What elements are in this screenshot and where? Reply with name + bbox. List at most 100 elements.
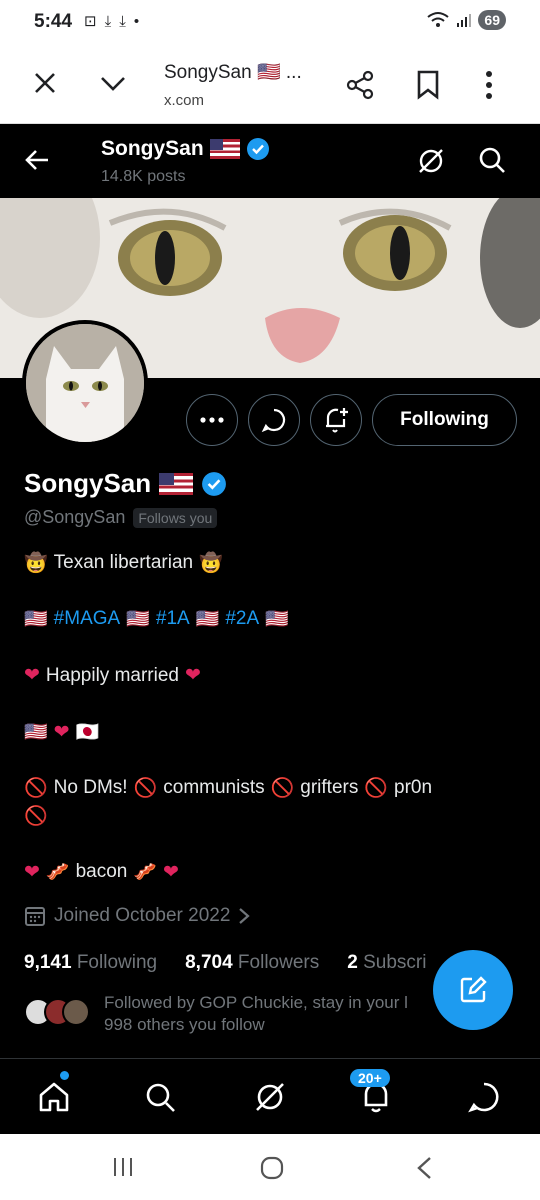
handle-text: @SongySan: [24, 507, 126, 527]
profile-handle: @SongySan Follows you: [24, 507, 218, 528]
bio-text: No DMs!: [53, 777, 128, 798]
dot-icon: •: [133, 12, 140, 30]
chat-bubble-icon: [261, 408, 286, 433]
home-unread-dot: [60, 1071, 69, 1080]
us-flag-emoji-icon: 🇺🇸: [24, 722, 48, 743]
share-icon[interactable]: [345, 70, 375, 100]
avatar: [62, 998, 90, 1026]
joined-date[interactable]: Joined October 2022: [24, 905, 251, 927]
bio-line-tags: 🇺🇸 #MAGA 🇺🇸 #1A 🇺🇸 #2A 🇺🇸: [24, 607, 289, 631]
profile-name-text: SongySan: [24, 468, 152, 498]
notification-badge: 20+: [350, 1069, 390, 1087]
prohibited-icon: 🚫: [133, 778, 158, 799]
bell-plus-icon: [326, 408, 348, 433]
profile-header: SongySan 14.8K posts: [0, 124, 540, 198]
avatar[interactable]: [22, 320, 148, 446]
mutual-avatars: [24, 992, 94, 1032]
recents-icon[interactable]: [112, 1156, 134, 1178]
compose-icon: [460, 976, 487, 1003]
subscriptions-stat[interactable]: 2 Subscri: [347, 952, 426, 974]
bookmark-icon[interactable]: [416, 70, 440, 100]
followers-stat[interactable]: 8,704 Followers: [185, 952, 319, 974]
hashtag-link[interactable]: #MAGA: [54, 608, 121, 630]
bio-line-6: ❤ 🥓 bacon 🥓 ❤: [24, 860, 179, 884]
grok-icon: [256, 1083, 284, 1111]
prohibited-icon: 🚫: [24, 778, 48, 799]
home-icon: [39, 1082, 69, 1112]
grok-icon[interactable]: [416, 146, 446, 176]
wifi-icon: [427, 12, 450, 27]
close-icon[interactable]: [32, 70, 58, 96]
compose-button[interactable]: [433, 950, 513, 1030]
prohibited-icon: 🚫: [24, 806, 48, 827]
bio-line-1: 🤠 Texan libertarian 🤠: [24, 551, 223, 575]
bio-line-5: 🚫 No DMs! 🚫 communists 🚫 grifters 🚫 pr0n: [24, 776, 432, 800]
chevron-right-icon: [239, 908, 251, 924]
us-flag-icon: [159, 472, 194, 495]
heart-icon: ❤: [163, 861, 179, 883]
search-icon[interactable]: [478, 146, 506, 174]
bio-text: Texan libertarian: [53, 552, 194, 573]
follows-you-badge: Follows you: [133, 507, 218, 528]
bio-text: communists: [163, 777, 265, 798]
notify-button[interactable]: [310, 394, 362, 446]
bottom-nav: [0, 1058, 540, 1134]
japan-flag-emoji-icon: 🇯🇵: [75, 722, 100, 743]
us-flag-icon: [209, 139, 240, 159]
status-bar: 5:44 ⊡ ⤓ ⤓ • 69: [0, 0, 540, 46]
chevron-down-icon[interactable]: [99, 72, 127, 94]
prohibited-icon: 🚫: [364, 778, 389, 799]
battery-indicator: 69: [478, 10, 506, 30]
following-stat[interactable]: 9,141 Following: [24, 952, 157, 974]
bacon-emoji-icon: 🥓: [133, 862, 158, 883]
back-icon[interactable]: [416, 1156, 432, 1180]
status-time: 5:44: [34, 11, 73, 32]
heart-icon: ❤: [24, 861, 40, 883]
prohibited-icon: 🚫: [270, 778, 295, 799]
following-button[interactable]: Following: [372, 394, 517, 446]
nav-home[interactable]: [34, 1077, 74, 1117]
download-icon: ⤓: [104, 12, 112, 30]
more-vert-icon[interactable]: [484, 70, 494, 100]
more-options-button[interactable]: [186, 394, 238, 446]
screenshot-icon: ⊡: [84, 13, 97, 30]
bio-text: grifters: [300, 777, 359, 798]
nav-search[interactable]: [140, 1077, 180, 1117]
us-flag-emoji-icon: 🇺🇸: [126, 609, 150, 630]
profile-stats: 9,141 Following 8,704 Followers 2 Subscr…: [24, 952, 426, 974]
home-button-icon[interactable]: [260, 1156, 284, 1180]
search-icon: [146, 1083, 175, 1112]
browser-title: SongySan 🇺🇸 ...: [164, 62, 302, 83]
us-flag-emoji-icon: 🇺🇸: [24, 609, 48, 630]
us-flag-emoji-icon: 🇺🇸: [195, 609, 220, 630]
joined-text: Joined October 2022: [54, 905, 231, 926]
header-name: SongySan: [101, 137, 270, 161]
cowboy-emoji-icon: 🤠: [199, 553, 223, 574]
bio-text: Happily married: [45, 664, 179, 686]
heart-icon: ❤: [184, 665, 201, 686]
profile-name: SongySan: [24, 468, 227, 499]
bio-text: bacon: [75, 861, 128, 882]
bio-line-5b: 🚫: [24, 804, 48, 828]
hashtag-link[interactable]: #2A: [225, 608, 259, 630]
verified-icon: [246, 138, 269, 160]
cowboy-emoji-icon: 🤠: [24, 553, 48, 574]
system-nav: [0, 1134, 540, 1200]
heart-icon: ❤: [24, 665, 40, 686]
hashtag-link[interactable]: #1A: [156, 608, 190, 630]
nav-messages[interactable]: [464, 1077, 504, 1117]
bio-line-4: 🇺🇸 ❤ 🇯🇵: [24, 720, 99, 744]
download-icon: ⤓: [119, 12, 126, 30]
status-right: 69: [426, 10, 506, 30]
browser-url: x.com: [164, 92, 205, 109]
message-button[interactable]: [248, 394, 300, 446]
more-horiz-icon: [200, 417, 224, 423]
chat-bubble-icon: [468, 1082, 499, 1113]
verified-icon: [202, 471, 227, 496]
followed-by-text: Followed by GOP Chuckie, stay in your l: [104, 993, 408, 1012]
post-count: 14.8K posts: [101, 168, 186, 185]
bacon-emoji-icon: 🥓: [45, 862, 70, 883]
back-arrow-icon[interactable]: [24, 148, 50, 172]
nav-grok[interactable]: [250, 1077, 290, 1117]
bio-text: pr0n: [394, 777, 433, 798]
